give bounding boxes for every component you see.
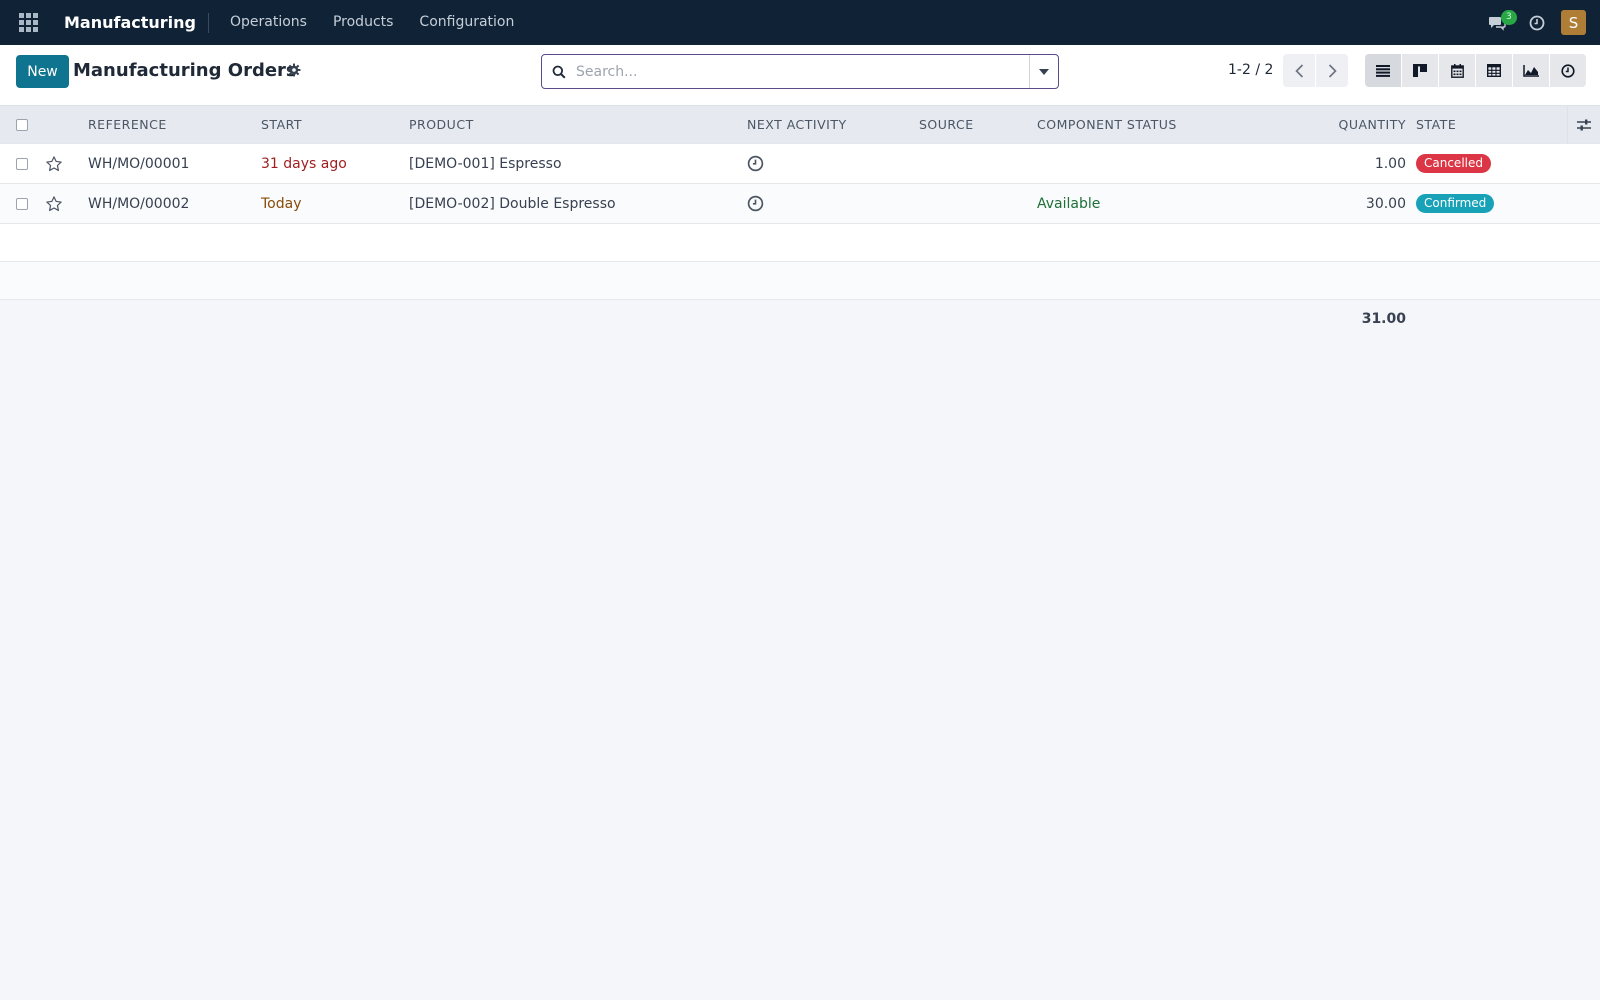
activity-view-button[interactable] xyxy=(1550,54,1586,87)
table-icon xyxy=(1487,64,1501,77)
chevron-left-icon xyxy=(1294,63,1303,78)
select-all-cell xyxy=(16,106,28,143)
caret-down-icon xyxy=(1039,68,1049,75)
main-menu: Operations Products Configuration xyxy=(217,0,527,45)
select-all-checkbox[interactable] xyxy=(16,118,28,131)
message-count-badge: 3 xyxy=(1501,10,1517,25)
product-cell: [DEMO-002] Double Espresso xyxy=(409,195,616,212)
gear-icon[interactable] xyxy=(287,63,301,81)
search-icon xyxy=(542,65,576,79)
menu-operations[interactable]: Operations xyxy=(217,0,320,45)
column-header-quantity[interactable]: QUANTITY xyxy=(1250,106,1406,143)
clock-icon xyxy=(1561,63,1575,78)
pager-next-button[interactable] xyxy=(1316,54,1348,87)
calendar-icon xyxy=(1450,63,1464,78)
clock-icon xyxy=(1529,15,1545,30)
kanban-view-button[interactable] xyxy=(1402,54,1438,87)
row-checkbox[interactable] xyxy=(16,157,28,170)
user-avatar[interactable]: S xyxy=(1561,10,1586,35)
product-cell: [DEMO-001] Espresso xyxy=(409,155,562,172)
activity-clock-icon[interactable] xyxy=(747,144,764,183)
chevron-right-icon xyxy=(1328,63,1337,78)
new-button[interactable]: New xyxy=(16,55,69,88)
reference-cell: WH/MO/00002 xyxy=(88,195,190,212)
search-options-toggle[interactable] xyxy=(1029,55,1058,88)
list-view-button[interactable] xyxy=(1365,54,1401,87)
optional-columns-button[interactable] xyxy=(1567,106,1600,143)
activity-clock-icon[interactable] xyxy=(747,184,764,223)
column-header-start[interactable]: START xyxy=(261,106,302,143)
table-header: REFERENCE START PRODUCT NEXT ACTIVITY SO… xyxy=(0,105,1600,144)
table-footer: 31.00 xyxy=(0,300,1600,338)
column-header-source[interactable]: SOURCE xyxy=(919,106,974,143)
table-row[interactable]: WH/MO/00002 Today [DEMO-002] Double Espr… xyxy=(0,184,1600,224)
column-header-reference[interactable]: REFERENCE xyxy=(88,106,167,143)
search-input[interactable] xyxy=(576,56,1029,87)
pivot-view-button[interactable] xyxy=(1476,54,1512,87)
menu-products[interactable]: Products xyxy=(320,0,406,45)
page-title: Manufacturing Orders xyxy=(73,60,297,81)
control-panel: New Manufacturing Orders 1 xyxy=(0,45,1600,105)
apps-menu-icon[interactable] xyxy=(0,0,56,45)
pager-previous-button[interactable] xyxy=(1283,54,1315,87)
quantity-cell: 30.00 xyxy=(1365,195,1406,212)
column-header-component-status[interactable]: COMPONENT STATUS xyxy=(1037,106,1177,143)
graph-view-button[interactable] xyxy=(1513,54,1549,87)
calendar-view-button[interactable] xyxy=(1439,54,1475,87)
state-badge: Cancelled xyxy=(1416,154,1491,173)
row-checkbox[interactable] xyxy=(16,197,28,210)
pager-value[interactable]: 1-2 / 2 xyxy=(1228,62,1273,78)
search-bar xyxy=(541,54,1059,89)
menu-configuration[interactable]: Configuration xyxy=(406,0,527,45)
area-chart-icon xyxy=(1523,64,1539,77)
activity-button[interactable] xyxy=(1519,0,1555,45)
orders-table: REFERENCE START PRODUCT NEXT ACTIVITY SO… xyxy=(0,105,1600,338)
empty-row xyxy=(0,262,1600,300)
start-cell: 31 days ago xyxy=(261,155,347,172)
pager-buttons xyxy=(1283,54,1348,87)
empty-row xyxy=(0,224,1600,262)
priority-star-icon[interactable] xyxy=(45,144,63,183)
state-cell: Cancelled xyxy=(1416,144,1491,183)
sliders-icon xyxy=(1577,119,1591,130)
app-brand[interactable]: Manufacturing xyxy=(56,12,209,33)
column-header-state[interactable]: STATE xyxy=(1416,106,1456,143)
quantity-total: 31.00 xyxy=(1361,311,1406,327)
reference-cell: WH/MO/00001 xyxy=(88,155,190,172)
row-select-cell xyxy=(16,144,28,183)
quantity-cell: 1.00 xyxy=(1374,155,1406,172)
column-header-next-activity[interactable]: NEXT ACTIVITY xyxy=(747,106,847,143)
start-cell: Today xyxy=(261,195,302,212)
table-row[interactable]: WH/MO/00001 31 days ago [DEMO-001] Espre… xyxy=(0,144,1600,184)
view-switcher xyxy=(1365,54,1587,87)
state-badge: Confirmed xyxy=(1416,194,1495,213)
priority-star-icon[interactable] xyxy=(45,184,63,223)
kanban-icon xyxy=(1413,64,1427,77)
row-select-cell xyxy=(16,184,28,223)
top-navbar: Manufacturing Operations Products Config… xyxy=(0,0,1600,45)
state-cell: Confirmed xyxy=(1416,184,1495,223)
column-header-product[interactable]: PRODUCT xyxy=(409,106,474,143)
messaging-button[interactable]: 3 xyxy=(1475,0,1519,45)
component-status-cell: Available xyxy=(1037,195,1101,212)
list-icon xyxy=(1376,64,1390,77)
